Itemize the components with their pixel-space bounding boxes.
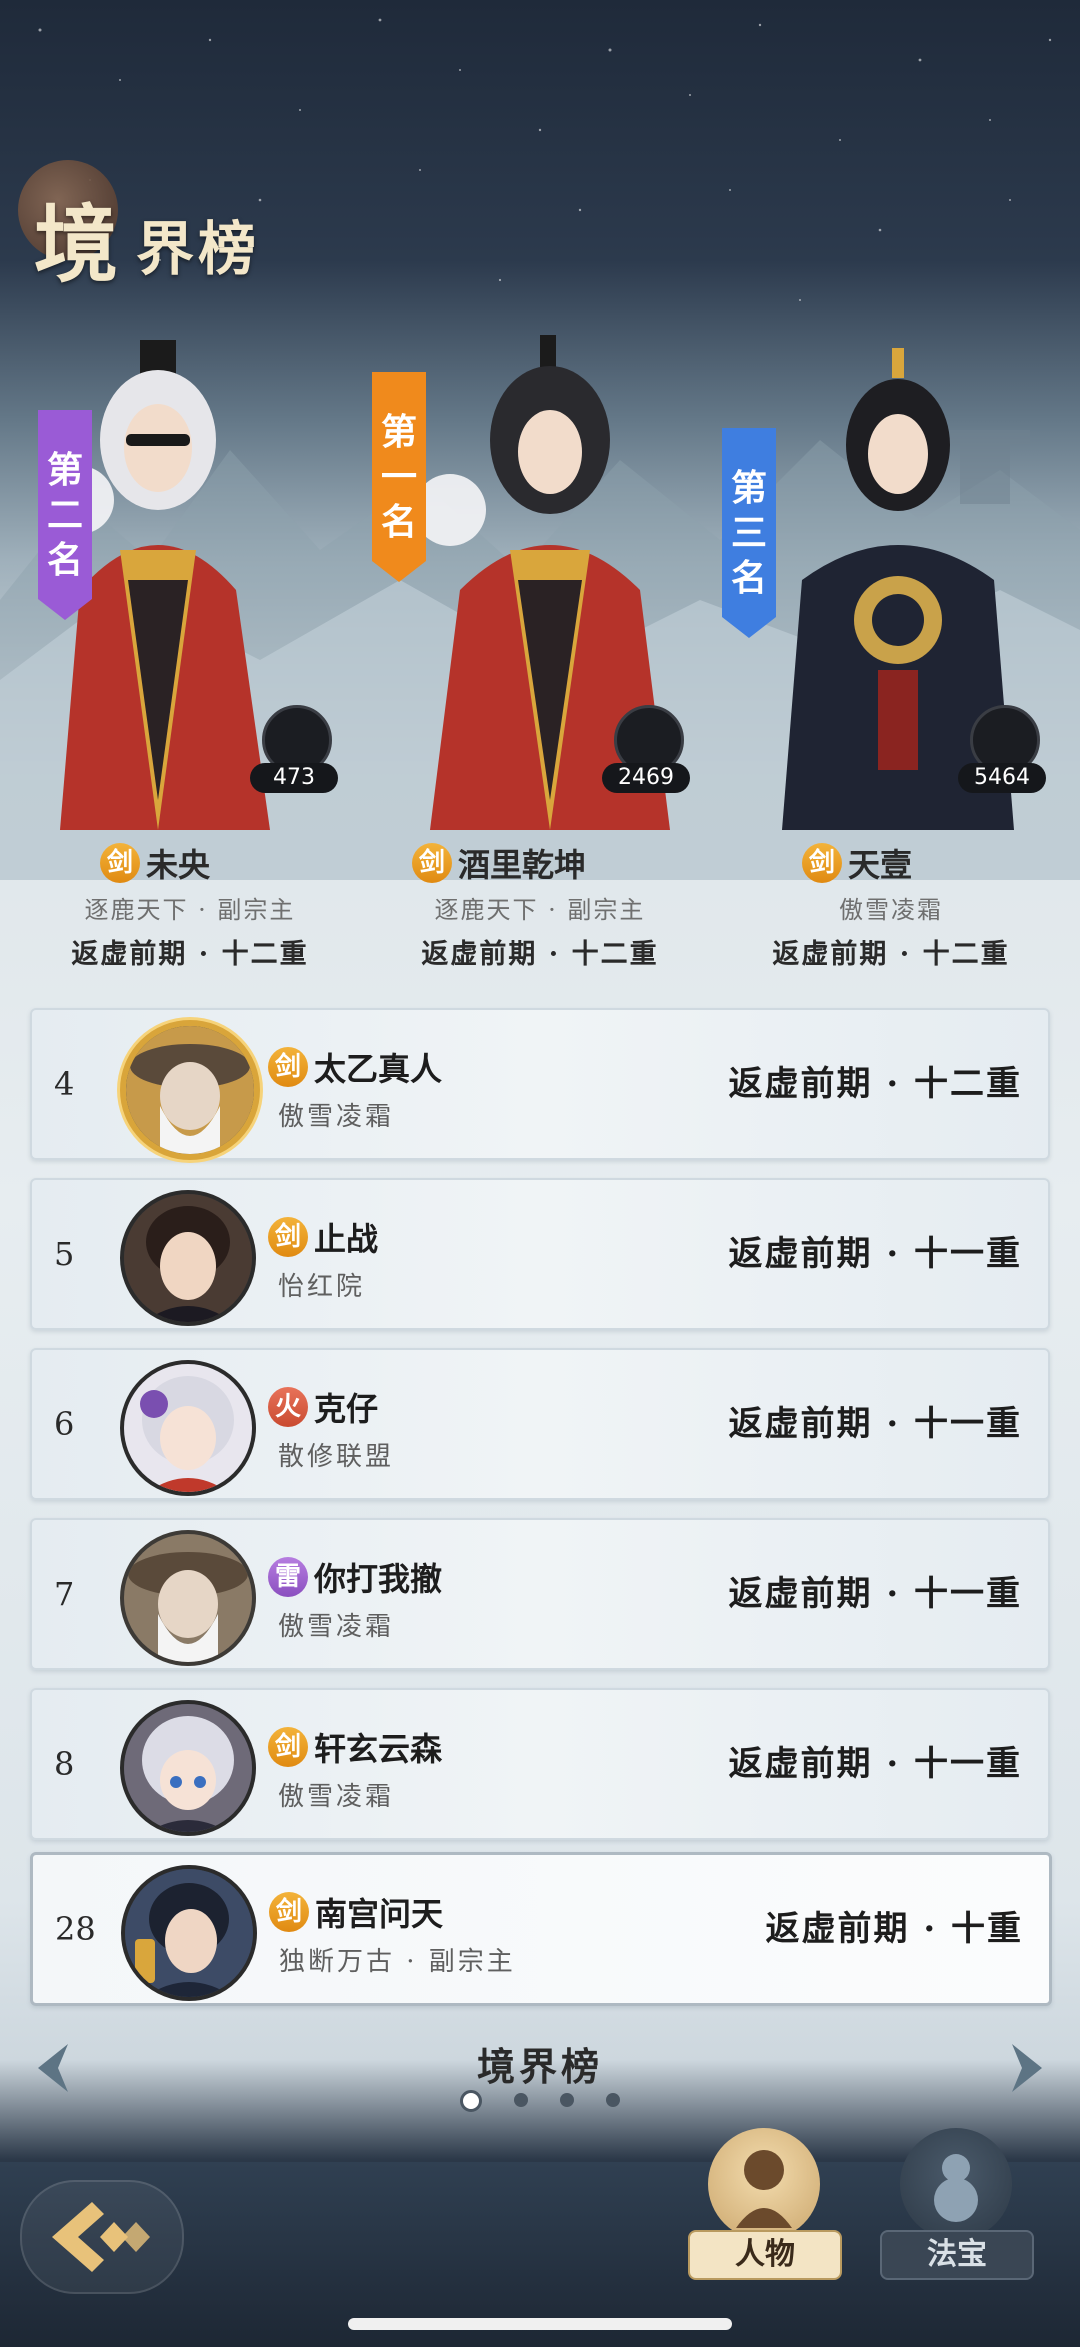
pager-title: 境界榜 [476, 2044, 603, 2089]
top-player-name[interactable]: 剑 未央 [100, 838, 210, 888]
player-realm: 返虚前期 · 十一重 [728, 1404, 1022, 1444]
ranking-row[interactable]: 6 火 克仔 散修联盟 返虚前期 · 十一重 [30, 1348, 1050, 1500]
back-arrow-icon [52, 2202, 150, 2272]
player-realm: 返虚前期 · 十一重 [728, 1744, 1022, 1784]
rank-number: 8 [54, 1745, 75, 1783]
avatar[interactable] [120, 1700, 256, 1836]
player-name: 雷 你打我撤 [268, 1554, 442, 1600]
my-ranking-row[interactable]: 28 剑 南宫问天 独断万古 · 副宗主 返虚前期 · 十重 [30, 1852, 1052, 2006]
power-badge: 473 [250, 705, 338, 797]
player-realm: 返虚前期 · 十重 [765, 1909, 1023, 1949]
page-indicator [460, 2090, 620, 2112]
home-indicator [348, 2318, 732, 2330]
ranking-row[interactable]: 5 剑 止战 怡红院 返虚前期 · 十一重 [30, 1178, 1050, 1330]
player-guild: 傲雪凌霜 [278, 1102, 395, 1132]
top-player-name[interactable]: 剑 天壹 [802, 838, 912, 888]
page-dot-active[interactable] [460, 2090, 482, 2112]
player-realm: 返虚前期 · 十二重 [728, 1064, 1022, 1104]
avatar[interactable] [120, 1530, 256, 1666]
sword-element-icon: 剑 [412, 843, 452, 883]
gourd-icon [900, 2128, 1012, 2240]
avatar-portrait [125, 1869, 253, 1997]
page-title: 境 界榜 [18, 160, 318, 294]
tab-character[interactable]: 人物 [688, 2128, 842, 2288]
rank-number: 7 [54, 1575, 75, 1613]
avatar[interactable] [120, 1190, 256, 1326]
page-title-first-char: 境 [34, 195, 121, 294]
avatar[interactable] [120, 1360, 256, 1496]
player-realm: 返虚前期 · 十一重 [728, 1574, 1022, 1614]
ranking-row[interactable]: 7 雷 你打我撤 傲雪凌霜 返虚前期 · 十一重 [30, 1518, 1050, 1670]
power-badge: 5464 [958, 705, 1046, 797]
avatar-portrait [124, 1364, 252, 1492]
player-name: 剑 太乙真人 [268, 1044, 442, 1090]
ranking-row[interactable]: 8 剑 轩玄云森 傲雪凌霜 返虚前期 · 十一重 [30, 1688, 1050, 1840]
player-guild: 独断万古 · 副宗主 [279, 1947, 516, 1977]
player-realm: 返虚前期 · 十一重 [728, 1234, 1022, 1274]
player-name: 火 克仔 [268, 1384, 378, 1430]
avatar[interactable] [121, 1865, 257, 2001]
top-player-realm: 返虚前期 · 十二重 [772, 939, 1010, 970]
back-button[interactable] [20, 2180, 184, 2294]
player-name: 剑 南宫问天 [269, 1889, 443, 1935]
page-dot[interactable] [606, 2093, 620, 2107]
avatar[interactable] [120, 1020, 260, 1160]
rank-number: 28 [55, 1910, 96, 1948]
thunder-element-icon: 雷 [268, 1557, 308, 1597]
page-title-rest: 界榜 [136, 215, 261, 283]
player-guild: 怡红院 [278, 1272, 366, 1302]
power-badge: 2469 [602, 705, 690, 797]
rank-number: 4 [54, 1065, 75, 1103]
rank-banner: 第三名 [722, 428, 776, 638]
rank-number: 6 [54, 1405, 75, 1443]
power-value: 473 [250, 763, 338, 793]
top-player-guild: 逐鹿天下 · 副宗主 [434, 896, 646, 924]
page-dot[interactable] [514, 2093, 528, 2107]
top-player-realm: 返虚前期 · 十二重 [421, 939, 659, 970]
sword-element-icon: 剑 [269, 1892, 309, 1932]
player-name: 剑 止战 [268, 1214, 378, 1260]
next-page-arrow-icon[interactable] [1008, 2040, 1048, 2096]
rank-number: 5 [54, 1235, 75, 1273]
player-guild: 傲雪凌霜 [278, 1612, 395, 1642]
sword-element-icon: 剑 [268, 1217, 308, 1257]
top-player-name[interactable]: 剑 酒里乾坤 [412, 838, 586, 888]
rank-banner: 第二名 [38, 410, 92, 620]
ranking-row[interactable]: 4 剑 太乙真人 傲雪凌霜 返虚前期 · 十二重 [30, 1008, 1050, 1160]
power-value: 2469 [602, 763, 690, 793]
fire-element-icon: 火 [268, 1387, 308, 1427]
sword-element-icon: 剑 [268, 1047, 308, 1087]
top-player-realm: 返虚前期 · 十二重 [71, 939, 309, 970]
rank-banner: 第一名 [372, 372, 426, 582]
player-name: 剑 轩玄云森 [268, 1724, 442, 1770]
avatar-portrait [124, 1194, 252, 1322]
player-guild: 傲雪凌霜 [278, 1782, 395, 1812]
tab-treasure[interactable]: 法宝 [880, 2128, 1034, 2288]
character-icon [708, 2128, 820, 2240]
avatar-portrait [126, 1026, 254, 1154]
sword-element-icon: 剑 [100, 843, 140, 883]
tab-treasure-label: 法宝 [880, 2230, 1034, 2280]
power-value: 5464 [958, 763, 1046, 793]
tab-character-label: 人物 [688, 2230, 842, 2280]
podium-rank-1[interactable]: 第一名 2469 [370, 330, 700, 850]
top-player-guild: 傲雪凌霜 [839, 896, 943, 924]
top-player-guild: 逐鹿天下 · 副宗主 [84, 896, 296, 924]
sword-element-icon: 剑 [268, 1727, 308, 1767]
page-dot[interactable] [560, 2093, 574, 2107]
podium-rank-3[interactable]: 第三名 5464 [722, 330, 1052, 850]
player-guild: 散修联盟 [278, 1442, 395, 1472]
sword-element-icon: 剑 [802, 843, 842, 883]
podium-rank-2[interactable]: 第二名 473 [20, 330, 350, 850]
avatar-portrait [124, 1534, 252, 1662]
avatar-portrait [124, 1704, 252, 1832]
